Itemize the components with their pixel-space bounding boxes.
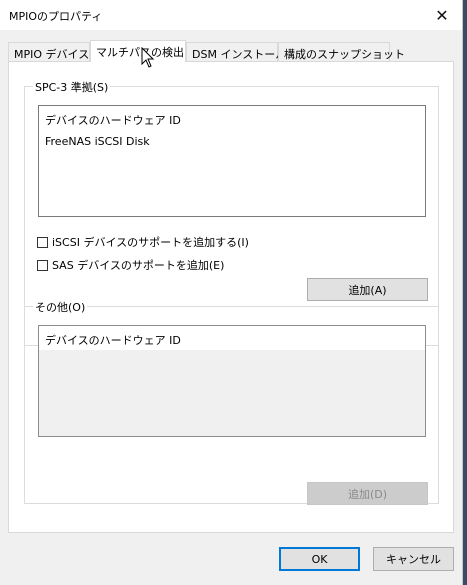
spc3-group-label: SPC-3 準拠(S): [33, 79, 111, 95]
tab-discover-multipaths[interactable]: マルチパスの検出: [90, 40, 186, 62]
mpio-properties-dialog: MPIOのプロパティ ✕ MPIO デバイス マルチパスの検出 DSM インスト…: [0, 0, 463, 585]
spc3-device-list[interactable]: デバイスのハードウェア ID FreeNAS iSCSI Disk: [38, 105, 426, 217]
ok-button[interactable]: OK: [279, 547, 360, 571]
close-button[interactable]: ✕: [422, 0, 462, 30]
tab-mpio-devices[interactable]: MPIO デバイス: [8, 42, 90, 61]
others-group: その他(O) デバイスのハードウェア ID 追加(D): [24, 299, 439, 505]
add-sas-support-checkbox[interactable]: SAS デバイスのサポートを追加(E): [37, 257, 224, 273]
tab-dsm-install[interactable]: DSM インストール: [186, 42, 286, 61]
list-item[interactable]: FreeNAS iSCSI Disk: [45, 135, 150, 148]
window-title: MPIOのプロパティ: [9, 10, 103, 23]
mouse-pointer-icon: [141, 47, 155, 68]
tab-panel-discover-multipaths: SPC-3 準拠(S) デバイスのハードウェア ID FreeNAS iSCSI…: [8, 61, 454, 533]
checkbox-iscsi-box[interactable]: [37, 236, 48, 248]
others-list-header: デバイスのハードウェア ID: [45, 334, 181, 347]
cancel-button[interactable]: キャンセル: [373, 547, 454, 571]
others-group-label: その他(O): [33, 299, 88, 315]
checkbox-sas-box[interactable]: [37, 259, 48, 271]
add-others-button[interactable]: 追加(D): [307, 482, 428, 505]
checkbox-iscsi-label: iSCSI デバイスのサポートを追加する(I): [52, 236, 249, 249]
spc3-list-header: デバイスのハードウェア ID: [45, 114, 181, 127]
others-device-list[interactable]: デバイスのハードウェア ID: [38, 325, 426, 437]
add-iscsi-support-checkbox[interactable]: iSCSI デバイスのサポートを追加する(I): [37, 234, 249, 250]
close-icon: ✕: [435, 5, 449, 25]
tab-configuration-snapshot[interactable]: 構成のスナップショット: [278, 42, 405, 61]
title-bar: MPIOのプロパティ ✕: [0, 0, 462, 30]
checkbox-sas-label: SAS デバイスのサポートを追加(E): [52, 259, 225, 272]
add-spc3-button[interactable]: 追加(A): [307, 278, 428, 301]
